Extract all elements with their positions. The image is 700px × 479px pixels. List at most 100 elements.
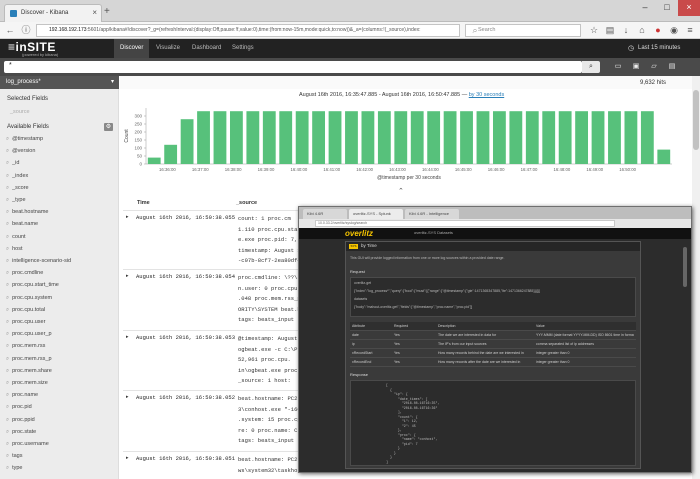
histogram-bar[interactable] (476, 111, 490, 164)
expand-row-icon[interactable]: ▸ (126, 273, 129, 279)
histogram-bar[interactable] (509, 111, 523, 164)
histogram-bar[interactable] (657, 149, 671, 164)
histogram-bar[interactable] (427, 111, 441, 164)
field-item[interactable]: ⌕ @timestamp (6, 136, 43, 143)
field-item[interactable]: ⌕ proc.mem.size (6, 380, 48, 387)
histogram-bar[interactable] (345, 111, 358, 164)
chevron-up-icon[interactable]: ⌃ (398, 187, 404, 195)
field-item[interactable]: ⌕ proc.name (6, 392, 38, 399)
menu-icon[interactable]: ≡ (684, 24, 696, 36)
histogram-bar[interactable] (164, 144, 178, 164)
selected-field-source[interactable]: _source (10, 109, 30, 115)
field-item[interactable]: ⌕ beat.hostname (6, 209, 48, 216)
field-item[interactable]: ⌕ proc.mem.share (6, 368, 52, 375)
histogram-bar[interactable] (542, 111, 556, 164)
field-item[interactable]: ⌕ proc.cmdline (6, 270, 43, 277)
histogram-bar[interactable] (229, 111, 243, 164)
field-item[interactable]: ⌕ @version (6, 148, 35, 155)
back-icon[interactable]: ← (4, 24, 16, 36)
overlay-tab-3[interactable]: Kibi 4.6R - Intelligence (405, 209, 459, 219)
field-item[interactable]: ⌕ proc.cpu.total (6, 307, 45, 314)
column-source[interactable]: _source (236, 200, 257, 206)
nav-discover[interactable]: Discover (114, 39, 150, 58)
field-item[interactable]: ⌕ tags (6, 453, 23, 460)
download-icon[interactable]: ↓ (620, 24, 632, 36)
nav-dashboard[interactable]: Dashboard (186, 39, 227, 58)
field-item[interactable]: ⌕ proc.cpu.user_p (6, 331, 52, 338)
overlay-browser-window[interactable]: Kibi 4.6R overlitz-SYS - Splunk Kibi 4.6… (298, 206, 692, 473)
histogram-bar[interactable] (213, 111, 227, 164)
search-submit-button[interactable]: ⌕ (582, 61, 600, 73)
overlay-scrollbar[interactable] (683, 247, 687, 287)
column-time[interactable]: Time (137, 200, 150, 206)
nav-visualize[interactable]: Visualize (150, 39, 186, 58)
field-item[interactable]: ⌕ proc.cpu.start_time (6, 282, 59, 289)
share-search-icon[interactable]: ▤ (664, 59, 680, 75)
field-item[interactable]: ⌕ type (6, 465, 23, 472)
expand-row-icon[interactable]: ▸ (126, 394, 129, 400)
addon-icon[interactable]: ● (652, 24, 664, 36)
histogram-bar[interactable] (262, 111, 276, 164)
field-item[interactable]: ⌕ intelligence-scenario-sid (6, 258, 71, 265)
home-icon[interactable]: ⌂ (636, 24, 648, 36)
field-item[interactable]: ⌕ _type (6, 197, 26, 204)
histogram-bar[interactable] (361, 111, 375, 164)
histogram-bar[interactable] (460, 111, 473, 164)
open-search-icon[interactable]: ▱ (646, 59, 662, 75)
field-item[interactable]: ⌕ _index (6, 173, 28, 180)
interval-link[interactable]: by 30 seconds (469, 92, 504, 98)
scrollbar-thumb[interactable] (693, 90, 699, 150)
histogram-bar[interactable] (525, 111, 539, 164)
histogram-bar[interactable] (147, 157, 161, 164)
expand-row-icon[interactable]: ▸ (126, 214, 129, 220)
histogram-bar[interactable] (328, 111, 342, 164)
histogram-bar[interactable] (410, 111, 424, 164)
histogram-bar[interactable] (312, 111, 326, 164)
info-icon[interactable]: ⓘ (20, 24, 32, 36)
histogram-bar[interactable] (443, 111, 457, 164)
maximize-icon[interactable]: □ (656, 0, 678, 16)
field-item[interactable]: ⌕ proc.pid (6, 404, 32, 411)
histogram-bar[interactable] (197, 111, 210, 164)
overlay-tab-2[interactable]: overlitz-SYS - Splunk (349, 209, 403, 219)
field-item[interactable]: ⌕ proc.mem.rss (6, 343, 45, 350)
browser-search-input[interactable]: Search (465, 24, 581, 37)
index-pattern-selector[interactable]: log_process* ▾ (0, 76, 119, 89)
window-close-icon[interactable]: × (678, 0, 700, 16)
field-item[interactable]: ⌕ _id (6, 160, 19, 167)
clipboard-icon[interactable]: ▤ (604, 24, 616, 36)
field-item[interactable]: ⌕ proc.ppid (6, 417, 35, 424)
histogram-bar[interactable] (624, 111, 638, 164)
new-search-icon[interactable]: ▭ (610, 59, 626, 75)
query-input[interactable]: * (4, 61, 582, 73)
expand-row-icon[interactable]: ▸ (126, 455, 129, 461)
overlay-address-bar[interactable]: 10.0.33.2/overlitz/syslog/search (315, 220, 615, 227)
star-icon[interactable]: ☆ (588, 24, 600, 36)
histogram-bar[interactable] (591, 111, 605, 164)
histogram-bar[interactable] (394, 111, 408, 164)
browser-tab-discover[interactable]: Discover - Kibana × (4, 4, 102, 22)
field-item[interactable]: ⌕ proc.state (6, 429, 36, 436)
nav-settings[interactable]: Settings (226, 39, 260, 58)
histogram-bar[interactable] (279, 111, 293, 164)
plus-icon[interactable]: + (104, 7, 110, 17)
histogram-bar[interactable] (575, 111, 589, 164)
address-bar[interactable]: 192.168.192.173:5601/app/kibana#/discove… (36, 24, 460, 37)
histogram-chart[interactable]: 0 50 100 150 200 250 300 Count 16:36:00 16:37:00 1… (120, 100, 700, 192)
field-item[interactable]: ⌕ proc.username (6, 441, 49, 448)
save-search-icon[interactable]: ▣ (628, 59, 644, 75)
histogram-bar[interactable] (492, 111, 506, 164)
field-item[interactable]: ⌕ proc.mem.rss_p (6, 356, 52, 363)
overlay-tab-1[interactable]: Kibi 4.6R (303, 209, 347, 219)
expand-row-icon[interactable]: ▸ (126, 334, 129, 340)
field-item[interactable]: ⌕ proc.cpu.user (6, 319, 45, 326)
histogram-bar[interactable] (180, 119, 194, 164)
field-item[interactable]: ⌕ count (6, 234, 26, 241)
field-item[interactable]: ⌕ host (6, 246, 23, 253)
gear-icon[interactable]: ⚙ (104, 123, 113, 131)
histogram-bar[interactable] (558, 111, 572, 164)
histogram-bar[interactable] (246, 111, 260, 164)
field-item[interactable]: ⌕ beat.name (6, 221, 38, 228)
field-item[interactable]: ⌕ _score (6, 185, 29, 192)
insite-logo[interactable]: ≡inSITE (8, 41, 56, 53)
